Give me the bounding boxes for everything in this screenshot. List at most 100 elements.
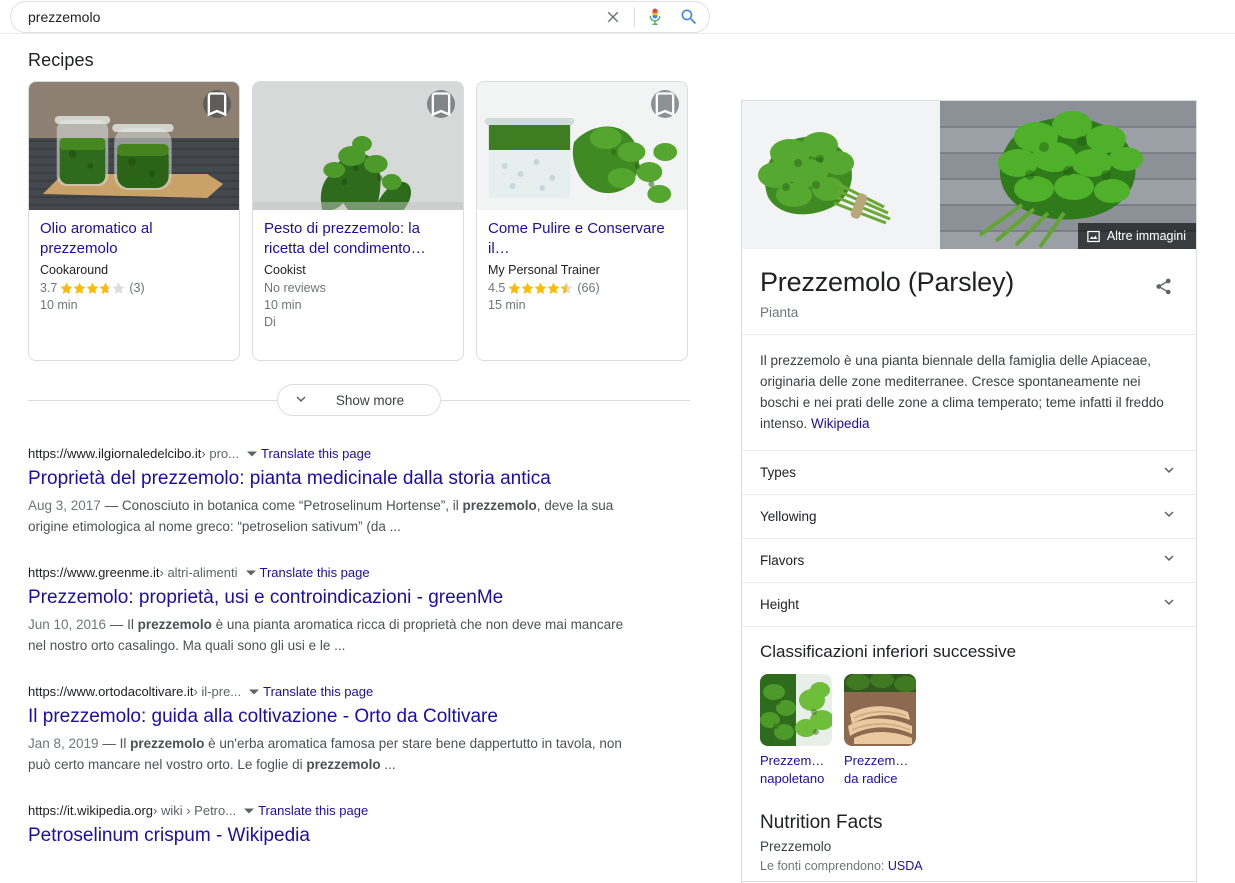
result-url[interactable]: https://www.greenme.it — [28, 564, 160, 582]
recipe-card[interactable]: Pesto di prezzemolo: la ricetta del cond… — [252, 81, 464, 361]
recipe-carousel: Olio aromatico al prezzemolo Cookaround … — [28, 81, 690, 361]
chevron-down-icon — [1160, 593, 1178, 616]
result-breadcrumb: › wiki › Petro... — [153, 803, 237, 818]
knowledge-panel-images: Altre immagini — [742, 101, 1196, 249]
main-results-column: Recipes Olio aromatico al prezzemolo Coo… — [28, 34, 690, 876]
review-count: (3) — [129, 281, 145, 295]
recipe-title[interactable]: Olio aromatico al prezzemolo — [40, 219, 228, 259]
result-url[interactable]: https://www.ortodacoltivare.it — [28, 683, 193, 701]
search-input[interactable] — [11, 2, 598, 32]
snippet-keyword: prezzemolo — [137, 617, 212, 632]
kp-accordion-height[interactable]: Height — [742, 583, 1196, 627]
search-submit-icon[interactable] — [669, 2, 709, 32]
recipe-time: 15 min — [488, 298, 526, 312]
result-url-line: https://www.ilgiornaledelcibo.it › pro..… — [28, 445, 690, 463]
kp-accordion-yellowing[interactable]: Yellowing — [742, 495, 1196, 539]
classification-item[interactable]: Prezzem… napoletano — [760, 674, 832, 788]
share-icon[interactable] — [1146, 269, 1180, 303]
result-title[interactable]: Petroselinum crispum - Wikipedia — [28, 823, 690, 849]
snippet-date: Jan 8, 2019 — [28, 736, 99, 751]
recipe-card[interactable]: Olio aromatico al prezzemolo Cookaround … — [28, 81, 240, 361]
rating-value: 3.7 — [40, 281, 58, 295]
star-rating-icon — [60, 282, 126, 295]
image-icon — [1086, 229, 1101, 244]
kp-image-secondary[interactable]: Altre immagini — [940, 101, 1196, 249]
result-menu-caret-icon[interactable] — [249, 687, 260, 697]
result-title[interactable]: Proprietà del prezzemolo: pianta medicin… — [28, 466, 690, 492]
search-box[interactable] — [10, 1, 710, 33]
accordion-label: Yellowing — [760, 509, 817, 524]
translate-link[interactable]: Translate this page — [258, 802, 368, 820]
recipe-title[interactable]: Pesto di prezzemolo: la ricetta del cond… — [264, 219, 452, 259]
classification-thumbnail — [844, 674, 916, 746]
result-menu-caret-icon[interactable] — [244, 806, 255, 816]
rating-value: 4.5 — [488, 281, 506, 295]
snippet-date: Jun 10, 2016 — [28, 617, 107, 632]
recipe-source: Cookaround — [40, 263, 109, 277]
classification-item[interactable]: Prezzem… da radice — [844, 674, 916, 788]
organic-results: https://www.ilgiornaledelcibo.it › pro..… — [28, 445, 690, 849]
recipe-info: Come Pulire e Conservare il… My Personal… — [477, 210, 687, 314]
entity-description: Il prezzemolo è una pianta biennale dell… — [742, 335, 1196, 451]
translate-link[interactable]: Translate this page — [261, 445, 371, 463]
result-url[interactable]: https://www.ilgiornaledelcibo.it — [28, 445, 201, 463]
result-title[interactable]: Il prezzemolo: guida alla coltivazione -… — [28, 704, 690, 730]
recipe-time: 10 min — [264, 298, 302, 312]
kp-accordion-flavors[interactable]: Flavors — [742, 539, 1196, 583]
recipe-info: Pesto di prezzemolo: la ricetta del cond… — [253, 210, 463, 331]
search-result: https://www.greenme.it › altri-alimenti … — [28, 564, 690, 656]
result-title[interactable]: Prezzemolo: proprietà, usi e controindic… — [28, 585, 690, 611]
translate-link[interactable]: Translate this page — [260, 564, 370, 582]
chevron-down-icon — [1160, 549, 1178, 572]
usda-link[interactable]: USDA — [888, 859, 923, 873]
bookmark-icon[interactable] — [203, 90, 231, 118]
kp-accordion-types[interactable]: Types — [742, 451, 1196, 495]
knowledge-panel: Altre immagini Prezzemolo (Parsley) Pian… — [741, 100, 1197, 883]
recipe-rating: 4.5 (66) — [488, 280, 676, 297]
search-result: https://www.ilgiornaledelcibo.it › pro..… — [28, 445, 690, 537]
recipe-time: 10 min — [40, 298, 78, 312]
more-images-button[interactable]: Altre immagini — [1077, 223, 1196, 249]
result-menu-caret-icon[interactable] — [247, 449, 257, 459]
chevron-down-icon — [1160, 505, 1178, 528]
recipe-thumbnail — [29, 82, 239, 210]
classification-label-line1: Prezzem… — [844, 753, 909, 768]
snippet-post-2: ... — [380, 757, 396, 772]
clear-search-icon[interactable] — [598, 2, 628, 32]
snippet-keyword-2: prezzemolo — [306, 757, 381, 772]
snippet-date: Aug 3, 2017 — [28, 498, 101, 513]
classification-label-line2: da radice — [844, 771, 898, 786]
classifications-list: Prezzem… napoletano Prezzem… da radice — [760, 674, 1178, 788]
bookmark-icon[interactable] — [427, 90, 455, 118]
result-breadcrumb: › pro... — [201, 446, 239, 461]
result-url-line: https://www.ortodacoltivare.it › il-pre.… — [28, 683, 690, 701]
recipe-card[interactable]: Come Pulire e Conservare il… My Personal… — [476, 81, 688, 361]
snippet-pre: — Il — [98, 736, 131, 751]
search-divider — [634, 7, 635, 27]
kp-image-primary[interactable] — [742, 101, 940, 249]
result-url[interactable]: https://it.wikipedia.org — [28, 802, 153, 820]
translate-link[interactable]: Translate this page — [263, 683, 373, 701]
snippet-pre: — Il — [106, 617, 138, 632]
bookmark-icon[interactable] — [651, 90, 679, 118]
classification-thumbnail — [760, 674, 832, 746]
show-more-label: Show more — [335, 392, 405, 408]
classification-label-line1: Prezzem… — [760, 753, 825, 768]
accordion-label: Types — [760, 465, 797, 480]
recipe-thumbnail — [477, 82, 687, 210]
recipe-author-prefix: Di — [264, 315, 276, 329]
entity-type: Pianta — [760, 305, 799, 320]
result-snippet: Aug 3, 2017 — Conosciuto in botanica com… — [28, 495, 638, 537]
show-more-button[interactable]: Show more — [276, 384, 442, 416]
accordion-label: Flavors — [760, 553, 805, 568]
result-url-line: https://it.wikipedia.org › wiki › Petro.… — [28, 802, 690, 820]
nutrition-facts-title: Nutrition Facts — [760, 812, 883, 833]
recipe-source: My Personal Trainer — [488, 263, 600, 277]
chevron-down-icon — [292, 390, 310, 411]
recipe-thumbnail — [253, 82, 463, 210]
result-menu-caret-icon[interactable] — [245, 568, 256, 578]
recipe-title[interactable]: Come Pulire e Conservare il… — [488, 219, 676, 259]
wikipedia-link[interactable]: Wikipedia — [811, 416, 870, 431]
review-count: No reviews — [264, 281, 326, 295]
voice-search-icon[interactable] — [641, 2, 669, 32]
